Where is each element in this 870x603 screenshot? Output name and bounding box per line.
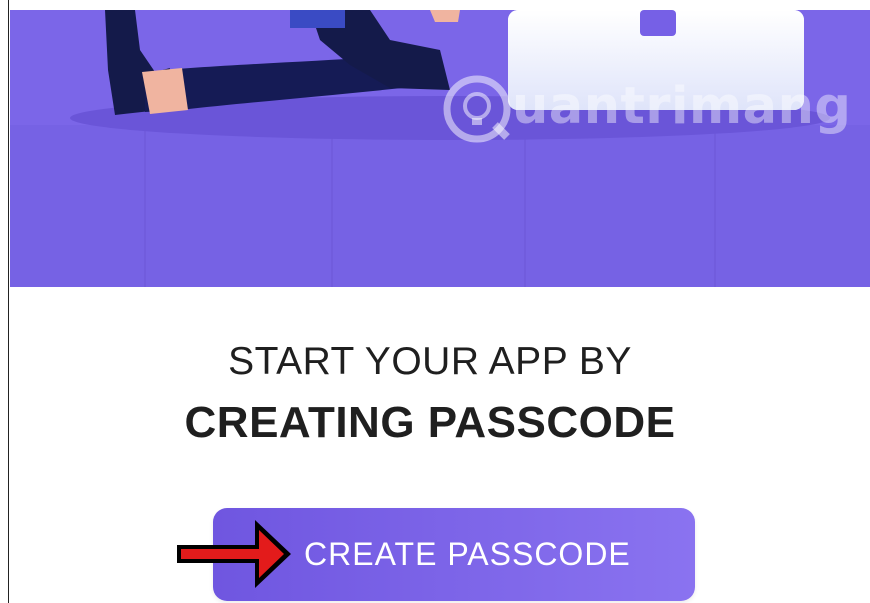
- watermark-text: uantrimang: [512, 77, 852, 136]
- bulb-q-logo-icon: [443, 75, 511, 143]
- headline-line-1: START YOUR APP BY: [228, 340, 632, 383]
- red-arrow-icon: [177, 520, 291, 588]
- create-passcode-button-label[interactable]: CREATE PASSCODE: [304, 536, 631, 573]
- headline-line-2: CREATING PASSCODE: [184, 398, 676, 447]
- hero-illustration: [10, 10, 870, 287]
- left-border: [0, 0, 9, 603]
- hero-top-strip: [10, 0, 870, 10]
- app-screen: uantrimang START YOUR APP BY CREATING PA…: [0, 0, 870, 603]
- person-laptop-illustration: [10, 10, 870, 287]
